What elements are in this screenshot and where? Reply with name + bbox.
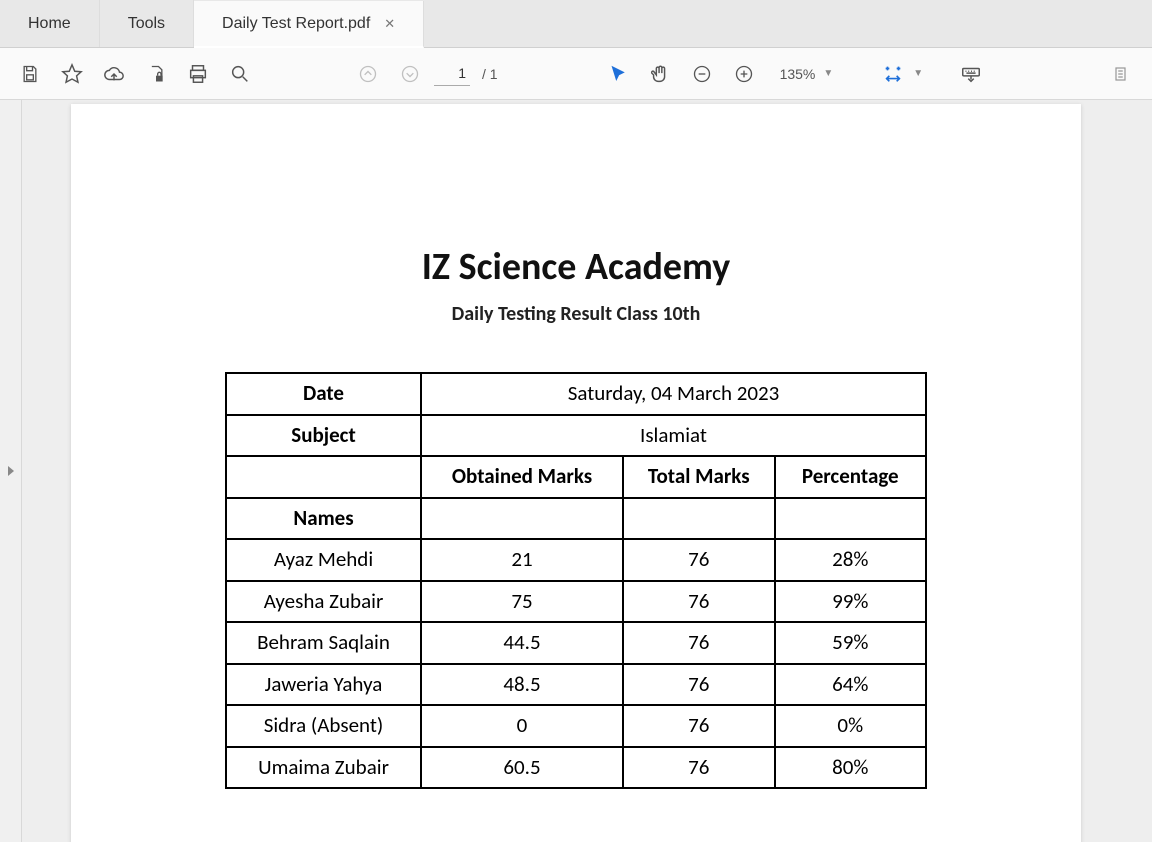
hand-icon[interactable]	[642, 56, 678, 92]
page-total-label: / 1	[482, 66, 498, 82]
subject-value: Islamiat	[421, 415, 926, 457]
zoom-percent-label: 135%	[780, 66, 816, 82]
subject-label: Subject	[226, 415, 421, 457]
name-cell: Ayesha Zubair	[226, 581, 421, 623]
tab-document-label: Daily Test Report.pdf	[222, 15, 370, 33]
date-value: Saturday, 04 March 2023	[421, 373, 926, 415]
zoom-in-icon[interactable]	[726, 56, 762, 92]
total-cell: 76	[623, 581, 775, 623]
fit-width-icon[interactable]	[875, 56, 911, 92]
page-down-icon[interactable]	[392, 56, 428, 92]
toolbar: / 1 135% ▼ ▼	[0, 48, 1152, 100]
fit-dropdown-icon[interactable]: ▼	[913, 68, 923, 79]
total-cell: 76	[623, 622, 775, 664]
obtained-cell: 60.5	[421, 747, 623, 789]
keyboard-icon[interactable]	[953, 56, 989, 92]
obtained-cell: 44.5	[421, 622, 623, 664]
total-cell: 76	[623, 747, 775, 789]
search-icon[interactable]	[222, 56, 258, 92]
table-row: Behram Saqlain 44.5 76 59%	[226, 622, 926, 664]
cloud-upload-icon[interactable]	[96, 56, 132, 92]
table-row: Umaima Zubair 60.5 76 80%	[226, 747, 926, 789]
doc-subtitle: Daily Testing Result Class 10th	[111, 302, 1041, 326]
name-cell: Ayaz Mehdi	[226, 539, 421, 581]
sidebar-collapse-handle[interactable]	[0, 100, 22, 842]
tab-home-label: Home	[28, 15, 71, 33]
star-icon[interactable]	[54, 56, 90, 92]
close-icon[interactable]: ✕	[384, 16, 395, 32]
date-label: Date	[226, 373, 421, 415]
obtained-cell: 75	[421, 581, 623, 623]
percent-cell: 80%	[775, 747, 927, 789]
percent-cell: 99%	[775, 581, 927, 623]
total-cell: 76	[623, 664, 775, 706]
page-up-icon[interactable]	[350, 56, 386, 92]
col-names: Names	[226, 498, 421, 540]
name-cell: Umaima Zubair	[226, 747, 421, 789]
table-row: Sidra (Absent) 0 76 0%	[226, 705, 926, 747]
obtained-cell: 21	[421, 539, 623, 581]
zoom-percent-select[interactable]: 135% ▼	[774, 66, 840, 82]
percent-cell: 59%	[775, 622, 927, 664]
more-tools-icon[interactable]	[1104, 56, 1140, 92]
name-cell: Behram Saqlain	[226, 622, 421, 664]
save-icon[interactable]	[12, 56, 48, 92]
doc-title: IZ Science Academy	[111, 244, 1041, 290]
page-number-input[interactable]	[434, 61, 470, 86]
percent-cell: 28%	[775, 539, 927, 581]
chevron-down-icon: ▼	[823, 68, 833, 79]
table-row: Ayesha Zubair 75 76 99%	[226, 581, 926, 623]
cursor-icon[interactable]	[600, 56, 636, 92]
tab-bar: Home Tools Daily Test Report.pdf ✕	[0, 0, 1152, 48]
percent-cell: 0%	[775, 705, 927, 747]
percent-cell: 64%	[775, 664, 927, 706]
report-table: Date Saturday, 04 March 2023 Subject Isl…	[225, 372, 927, 789]
total-cell: 76	[623, 539, 775, 581]
col-total: Total Marks	[623, 456, 775, 498]
col-obtained: Obtained Marks	[421, 456, 623, 498]
tab-home[interactable]: Home	[0, 0, 100, 47]
total-cell: 76	[623, 705, 775, 747]
table-row: Obtained Marks Total Marks Percentage	[226, 456, 926, 498]
zoom-out-icon[interactable]	[684, 56, 720, 92]
col-percent: Percentage	[775, 456, 927, 498]
print-icon[interactable]	[180, 56, 216, 92]
obtained-cell: 48.5	[421, 664, 623, 706]
tab-tools-label: Tools	[128, 15, 165, 33]
name-cell: Jaweria Yahya	[226, 664, 421, 706]
pdf-page: IZ Science Academy Daily Testing Result …	[71, 104, 1081, 842]
table-row: Subject Islamiat	[226, 415, 926, 457]
name-cell: Sidra (Absent)	[226, 705, 421, 747]
obtained-cell: 0	[421, 705, 623, 747]
table-row: Jaweria Yahya 48.5 76 64%	[226, 664, 926, 706]
table-row: Ayaz Mehdi 21 76 28%	[226, 539, 926, 581]
table-row: Date Saturday, 04 March 2023	[226, 373, 926, 415]
file-lock-icon[interactable]	[138, 56, 174, 92]
tab-document[interactable]: Daily Test Report.pdf ✕	[194, 1, 424, 48]
table-row: Names	[226, 498, 926, 540]
document-viewer[interactable]: IZ Science Academy Daily Testing Result …	[0, 100, 1152, 842]
tab-tools[interactable]: Tools	[100, 0, 194, 47]
